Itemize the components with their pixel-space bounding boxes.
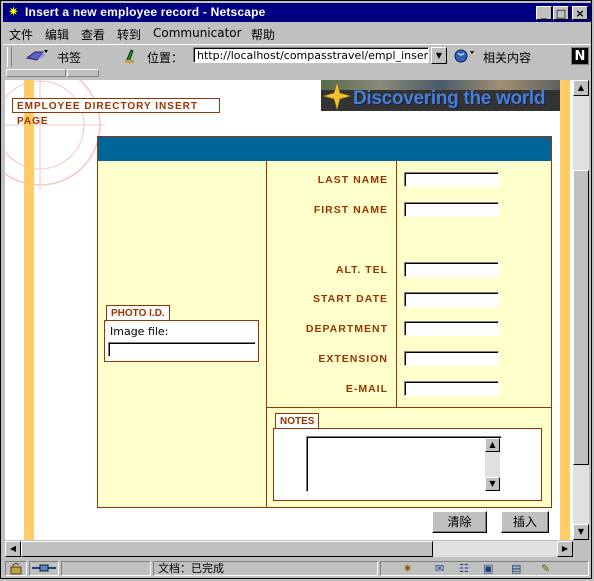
employee-form: PHOTO I.D. Image file: LAST NAME FIRST N… <box>97 136 552 508</box>
menu-view[interactable]: 查看 <box>81 26 105 43</box>
left-accent-strip <box>24 80 34 540</box>
alt-tel-label: ALT. TEL <box>335 264 388 276</box>
right-accent-strip <box>560 80 570 540</box>
last-name-input[interactable] <box>404 172 499 187</box>
navigator-icon[interactable]: ✷ <box>403 562 412 575</box>
form-divider-vertical <box>266 161 267 507</box>
notes-scrollbar[interactable]: ▲ ▼ <box>485 438 500 491</box>
banner-tagline: Discovering the world <box>353 88 546 109</box>
compass-logo-icon <box>323 82 351 110</box>
composer-icon[interactable]: ▤ <box>511 562 521 575</box>
label-divider <box>396 161 397 408</box>
start-date-label: START DATE <box>313 293 388 305</box>
edit-pen-icon[interactable]: ✎ <box>541 562 550 575</box>
collapsed-toolbar-tabs <box>3 68 591 79</box>
bookmarks-label[interactable]: 书签 <box>57 49 81 66</box>
toolbar-tab-2[interactable] <box>67 69 99 77</box>
status-text-box: 文档：已完成 <box>153 561 378 576</box>
location-icon[interactable] <box>123 48 139 64</box>
menu-edit[interactable]: 编辑 <box>45 26 69 43</box>
notes-textarea[interactable]: ▲ ▼ <box>306 436 502 492</box>
menu-bar: 文件 编辑 查看 转到 Communicator 帮助 <box>3 23 591 43</box>
bookmarks-icon[interactable] <box>25 48 49 64</box>
title-bar: ✷ Insert a new employee record - Netscap… <box>3 3 591 22</box>
department-label: DEPARTMENT <box>305 323 388 335</box>
form-header-bar <box>98 137 551 161</box>
browser-window: ✷ Insert a new employee record - Netscap… <box>0 0 592 579</box>
url-input[interactable]: http://localhost/compasstravel/empl_inse… <box>193 47 429 63</box>
scroll-left-icon[interactable]: ◀ <box>5 541 21 557</box>
image-file-input[interactable] <box>108 342 256 357</box>
netscape-logo-icon[interactable]: N <box>571 47 589 65</box>
scroll-up-icon[interactable]: ▲ <box>573 80 589 96</box>
maximize-button[interactable]: □ <box>553 6 569 20</box>
vertical-scrollbar[interactable]: ▲ ▼ <box>573 80 589 540</box>
last-name-label: LAST NAME <box>317 174 388 186</box>
mail-icon[interactable]: ✉ <box>435 562 444 575</box>
security-lock-icon[interactable] <box>5 561 27 576</box>
notes-scroll-down-icon[interactable]: ▼ <box>485 477 500 491</box>
progress-area <box>61 561 151 576</box>
menu-help[interactable]: 帮助 <box>251 26 275 43</box>
toolbar-grip[interactable] <box>7 47 12 67</box>
scroll-right-icon[interactable]: ▶ <box>557 541 573 557</box>
alt-tel-input[interactable] <box>404 262 499 277</box>
component-bar: ✷ ✉ ☷ ▣ ▤ ✎ <box>380 561 589 576</box>
location-label: 位置： <box>147 51 184 65</box>
photo-id-title: PHOTO I.D. <box>106 305 170 320</box>
scroll-corner <box>573 541 589 557</box>
connection-icon[interactable] <box>29 561 59 576</box>
netscape-app-icon: ✷ <box>8 5 19 20</box>
department-input[interactable] <box>404 321 499 336</box>
minimize-button[interactable]: _ <box>536 6 552 20</box>
form-divider-horizontal <box>266 407 551 408</box>
image-file-label: Image file: <box>110 325 169 338</box>
discussions-icon[interactable]: ☷ <box>459 562 469 575</box>
first-name-label: FIRST NAME <box>313 204 388 216</box>
close-button[interactable]: × <box>572 6 588 20</box>
extension-input[interactable] <box>404 351 499 366</box>
status-bar: 文档：已完成 ✷ ✉ ☷ ▣ ▤ ✎ <box>3 559 591 578</box>
menu-go[interactable]: 转到 <box>117 26 141 43</box>
page-content: EMPLOYEE DIRECTORY INSERT PAGE Discoveri… <box>5 80 573 540</box>
start-date-input[interactable] <box>404 292 499 307</box>
extension-label: EXTENSION <box>318 353 388 365</box>
related-icon[interactable] <box>453 48 475 64</box>
clear-button[interactable]: 清除 <box>432 511 487 533</box>
toolbar-tab-1[interactable] <box>6 69 66 77</box>
scroll-down-icon[interactable]: ▼ <box>573 524 589 540</box>
email-input[interactable] <box>404 381 499 396</box>
horizontal-scrollbar[interactable]: ◀ ▶ <box>5 541 573 557</box>
address-book-icon[interactable]: ▣ <box>483 562 493 575</box>
insert-button[interactable]: 插入 <box>501 511 549 533</box>
banner: Discovering the world <box>321 80 560 111</box>
page-title: EMPLOYEE DIRECTORY INSERT PAGE <box>12 98 220 127</box>
url-dropdown-icon[interactable]: ▼ <box>431 47 447 64</box>
photo-id-box: Image file: <box>104 320 259 362</box>
menu-file[interactable]: 文件 <box>9 26 33 43</box>
notes-box: ▲ ▼ <box>273 428 542 501</box>
status-text: 文档：已完成 <box>158 562 224 575</box>
menu-communicator[interactable]: Communicator <box>153 26 242 40</box>
notes-scroll-up-icon[interactable]: ▲ <box>485 438 500 452</box>
email-label: E-MAIL <box>345 383 388 395</box>
notes-title: NOTES <box>275 413 320 428</box>
related-label[interactable]: 相关内容 <box>483 49 531 66</box>
window-title: Insert a new employee record - Netscape <box>25 5 266 19</box>
horizontal-scroll-thumb[interactable] <box>21 541 433 557</box>
vertical-scroll-thumb[interactable] <box>573 170 589 465</box>
first-name-input[interactable] <box>404 202 499 217</box>
